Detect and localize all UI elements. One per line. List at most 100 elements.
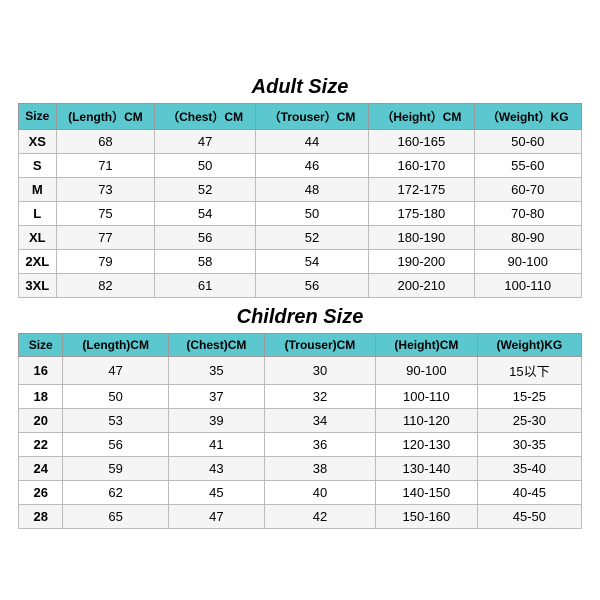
table-cell: 54 — [155, 201, 255, 225]
table-cell: 30-35 — [477, 432, 581, 456]
table-cell: S — [19, 153, 57, 177]
table-cell: 53 — [63, 408, 168, 432]
table-cell: XS — [19, 129, 57, 153]
table-cell: 38 — [264, 456, 375, 480]
table-row: 26624540140-15040-45 — [19, 480, 582, 504]
table-cell: 43 — [168, 456, 264, 480]
children-size-table: Size(Length)CM(Chest)CM(Trouser)CM(Heigh… — [18, 333, 582, 529]
table-row: 22564136120-13030-35 — [19, 432, 582, 456]
table-cell: 30 — [264, 356, 375, 384]
children-column-header: (Height)CM — [376, 333, 478, 356]
table-cell: 130-140 — [376, 456, 478, 480]
table-cell: 80-90 — [474, 225, 581, 249]
table-cell: L — [19, 201, 57, 225]
table-cell: 16 — [19, 356, 63, 384]
table-cell: 2XL — [19, 249, 57, 273]
table-cell: 47 — [168, 504, 264, 528]
main-container: Adult Size Size(Length）CM（Chest）CM（Trous… — [10, 62, 590, 539]
table-cell: 56 — [63, 432, 168, 456]
table-cell: 77 — [56, 225, 155, 249]
table-row: M735248172-17560-70 — [19, 177, 582, 201]
table-row: 18503732100-11015-25 — [19, 384, 582, 408]
table-cell: 160-165 — [369, 129, 474, 153]
table-cell: XL — [19, 225, 57, 249]
table-cell: 15以下 — [477, 356, 581, 384]
table-cell: 62 — [63, 480, 168, 504]
table-cell: 3XL — [19, 273, 57, 297]
table-cell: 44 — [255, 129, 368, 153]
adult-column-header: Size — [19, 103, 57, 129]
adult-size-table: Size(Length）CM（Chest）CM（Trouser）CM（Heigh… — [18, 103, 582, 298]
table-cell: 34 — [264, 408, 375, 432]
table-cell: 50 — [63, 384, 168, 408]
table-cell: 47 — [155, 129, 255, 153]
table-cell: 190-200 — [369, 249, 474, 273]
table-row: 24594338130-14035-40 — [19, 456, 582, 480]
table-cell: 100-110 — [474, 273, 581, 297]
table-cell: 56 — [155, 225, 255, 249]
table-cell: 73 — [56, 177, 155, 201]
table-cell: 42 — [264, 504, 375, 528]
table-cell: 175-180 — [369, 201, 474, 225]
table-cell: 79 — [56, 249, 155, 273]
table-cell: 59 — [63, 456, 168, 480]
children-column-header: (Trouser)CM — [264, 333, 375, 356]
table-cell: 15-25 — [477, 384, 581, 408]
table-cell: 200-210 — [369, 273, 474, 297]
table-row: L755450175-18070-80 — [19, 201, 582, 225]
table-row: 3XL826156200-210100-110 — [19, 273, 582, 297]
table-cell: 50-60 — [474, 129, 581, 153]
children-table-body: 1647353090-10015以下18503732100-11015-2520… — [19, 356, 582, 528]
table-cell: 46 — [255, 153, 368, 177]
table-cell: 70-80 — [474, 201, 581, 225]
table-cell: 60-70 — [474, 177, 581, 201]
table-cell: 25-30 — [477, 408, 581, 432]
table-cell: 52 — [255, 225, 368, 249]
table-cell: 100-110 — [376, 384, 478, 408]
table-cell: 160-170 — [369, 153, 474, 177]
table-cell: 180-190 — [369, 225, 474, 249]
table-cell: 56 — [255, 273, 368, 297]
table-cell: 35 — [168, 356, 264, 384]
table-row: 28654742150-16045-50 — [19, 504, 582, 528]
adult-column-header: (Length）CM — [56, 103, 155, 129]
adult-table-body: XS684744160-16550-60S715046160-17055-60M… — [19, 129, 582, 297]
table-cell: 120-130 — [376, 432, 478, 456]
table-cell: 22 — [19, 432, 63, 456]
table-cell: 110-120 — [376, 408, 478, 432]
table-row: S715046160-17055-60 — [19, 153, 582, 177]
children-column-header: (Chest)CM — [168, 333, 264, 356]
table-cell: 52 — [155, 177, 255, 201]
children-title: Children Size — [18, 300, 582, 333]
table-cell: 68 — [56, 129, 155, 153]
table-cell: 40-45 — [477, 480, 581, 504]
table-cell: 50 — [155, 153, 255, 177]
table-cell: 45 — [168, 480, 264, 504]
table-cell: 35-40 — [477, 456, 581, 480]
adult-column-header: （Chest）CM — [155, 103, 255, 129]
table-cell: 65 — [63, 504, 168, 528]
children-column-header: Size — [19, 333, 63, 356]
table-cell: 71 — [56, 153, 155, 177]
table-cell: M — [19, 177, 57, 201]
table-cell: 45-50 — [477, 504, 581, 528]
table-cell: 41 — [168, 432, 264, 456]
children-column-header: (Weight)KG — [477, 333, 581, 356]
table-cell: 75 — [56, 201, 155, 225]
table-cell: 26 — [19, 480, 63, 504]
adult-column-header: （Trouser）CM — [255, 103, 368, 129]
table-cell: 58 — [155, 249, 255, 273]
table-cell: 140-150 — [376, 480, 478, 504]
table-row: XL775652180-19080-90 — [19, 225, 582, 249]
table-cell: 24 — [19, 456, 63, 480]
table-cell: 150-160 — [376, 504, 478, 528]
table-cell: 37 — [168, 384, 264, 408]
table-row: 2XL795854190-20090-100 — [19, 249, 582, 273]
table-cell: 50 — [255, 201, 368, 225]
table-row: 20533934110-12025-30 — [19, 408, 582, 432]
adult-column-header: （Weight）KG — [474, 103, 581, 129]
adult-header-row: Size(Length）CM（Chest）CM（Trouser）CM（Heigh… — [19, 103, 582, 129]
table-cell: 90-100 — [474, 249, 581, 273]
table-cell: 36 — [264, 432, 375, 456]
table-cell: 28 — [19, 504, 63, 528]
